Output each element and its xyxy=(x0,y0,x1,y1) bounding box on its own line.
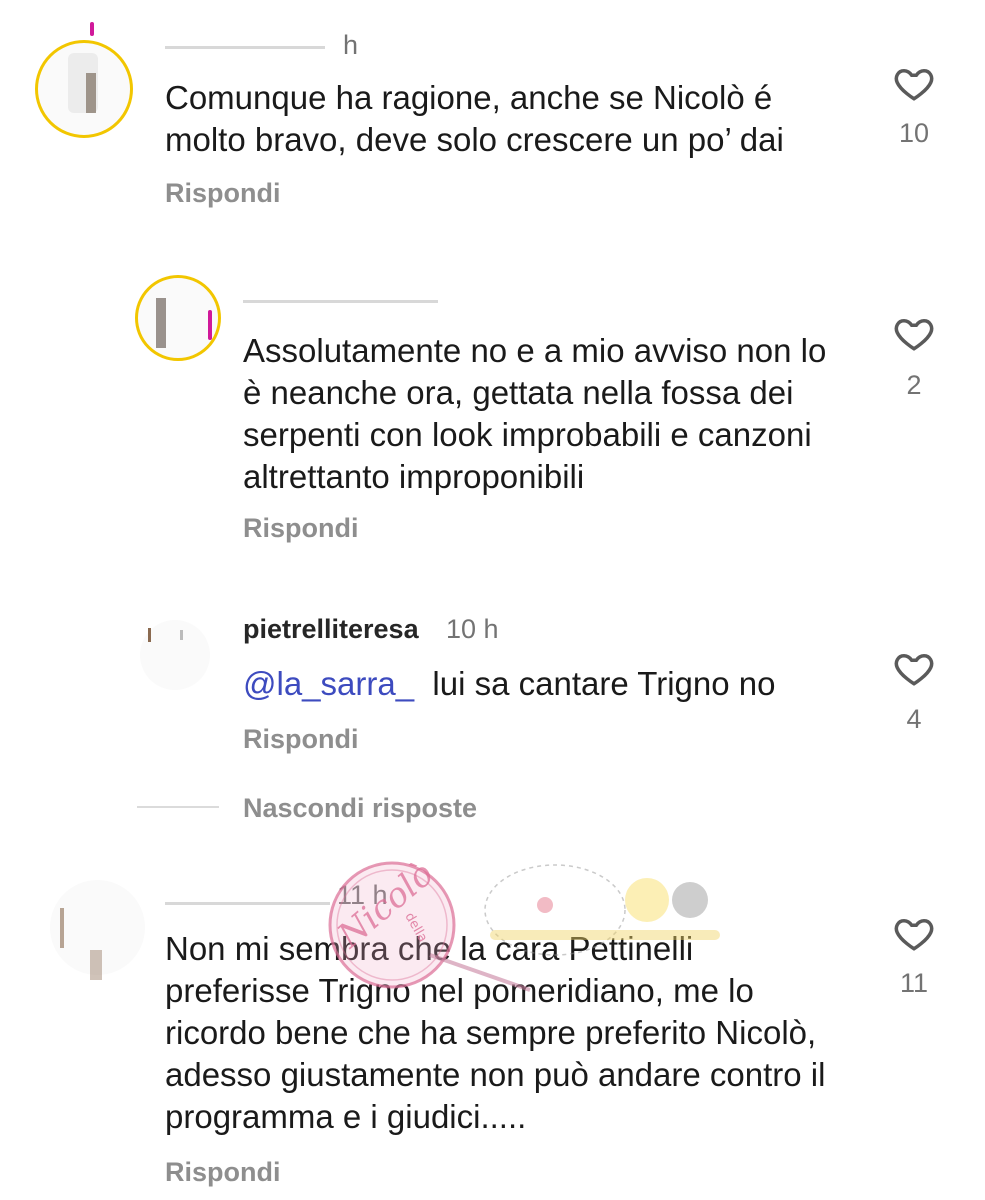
heart-outline-icon[interactable] xyxy=(893,647,935,689)
reply-button[interactable]: Rispondi xyxy=(243,513,359,544)
avatar[interactable] xyxy=(35,40,133,138)
like-count: 10 xyxy=(898,118,930,148)
comment-text: Assolutamente no e a mio avviso non lo è… xyxy=(243,332,827,495)
hide-replies-button[interactable]: Nascondi risposte xyxy=(243,793,477,824)
username-redacted xyxy=(165,46,325,49)
comment-text: Non mi sembra che la cara Pettinelli pre… xyxy=(165,930,826,1135)
comment-text: Comunque ha ragione, anche se Nicolò é m… xyxy=(165,79,784,158)
comment-4: 11 h Non mi sembra che la cara Pettinell… xyxy=(0,860,985,1200)
heart-outline-icon[interactable] xyxy=(893,62,935,104)
reply-button[interactable]: Rispondi xyxy=(165,1157,281,1188)
like-count: 11 xyxy=(899,968,929,998)
avatar[interactable] xyxy=(50,880,145,980)
mention-link[interactable]: @la_sarra_ xyxy=(243,665,414,702)
heart-outline-icon[interactable] xyxy=(893,912,935,954)
heart-outline-icon[interactable] xyxy=(893,312,935,354)
comment-username[interactable]: pietrelliteresa xyxy=(243,614,419,645)
like-count: 2 xyxy=(906,370,922,400)
reply-button[interactable]: Rispondi xyxy=(243,724,359,755)
username-redacted xyxy=(165,902,330,905)
divider-line xyxy=(137,806,219,808)
comment-1: h Comunque ha ragione, anche se Nicolò é… xyxy=(0,0,985,230)
comment-time: 11 h xyxy=(337,880,388,910)
reply-button[interactable]: Rispondi xyxy=(165,178,281,209)
like-count: 4 xyxy=(906,704,922,734)
comment-3: pietrelliteresa 10 h @la_sarra_ lui sa c… xyxy=(0,600,985,770)
comment-body: lui sa cantare Trigno no xyxy=(432,665,776,702)
comment-time: h xyxy=(343,30,359,60)
comment-2: Assolutamente no e a mio avviso non lo è… xyxy=(0,260,985,560)
avatar[interactable] xyxy=(140,620,210,690)
username-redacted xyxy=(243,300,438,303)
comment-time: 10 h xyxy=(446,614,499,644)
comment-text: @la_sarra_ lui sa cantare Trigno no xyxy=(243,663,863,705)
